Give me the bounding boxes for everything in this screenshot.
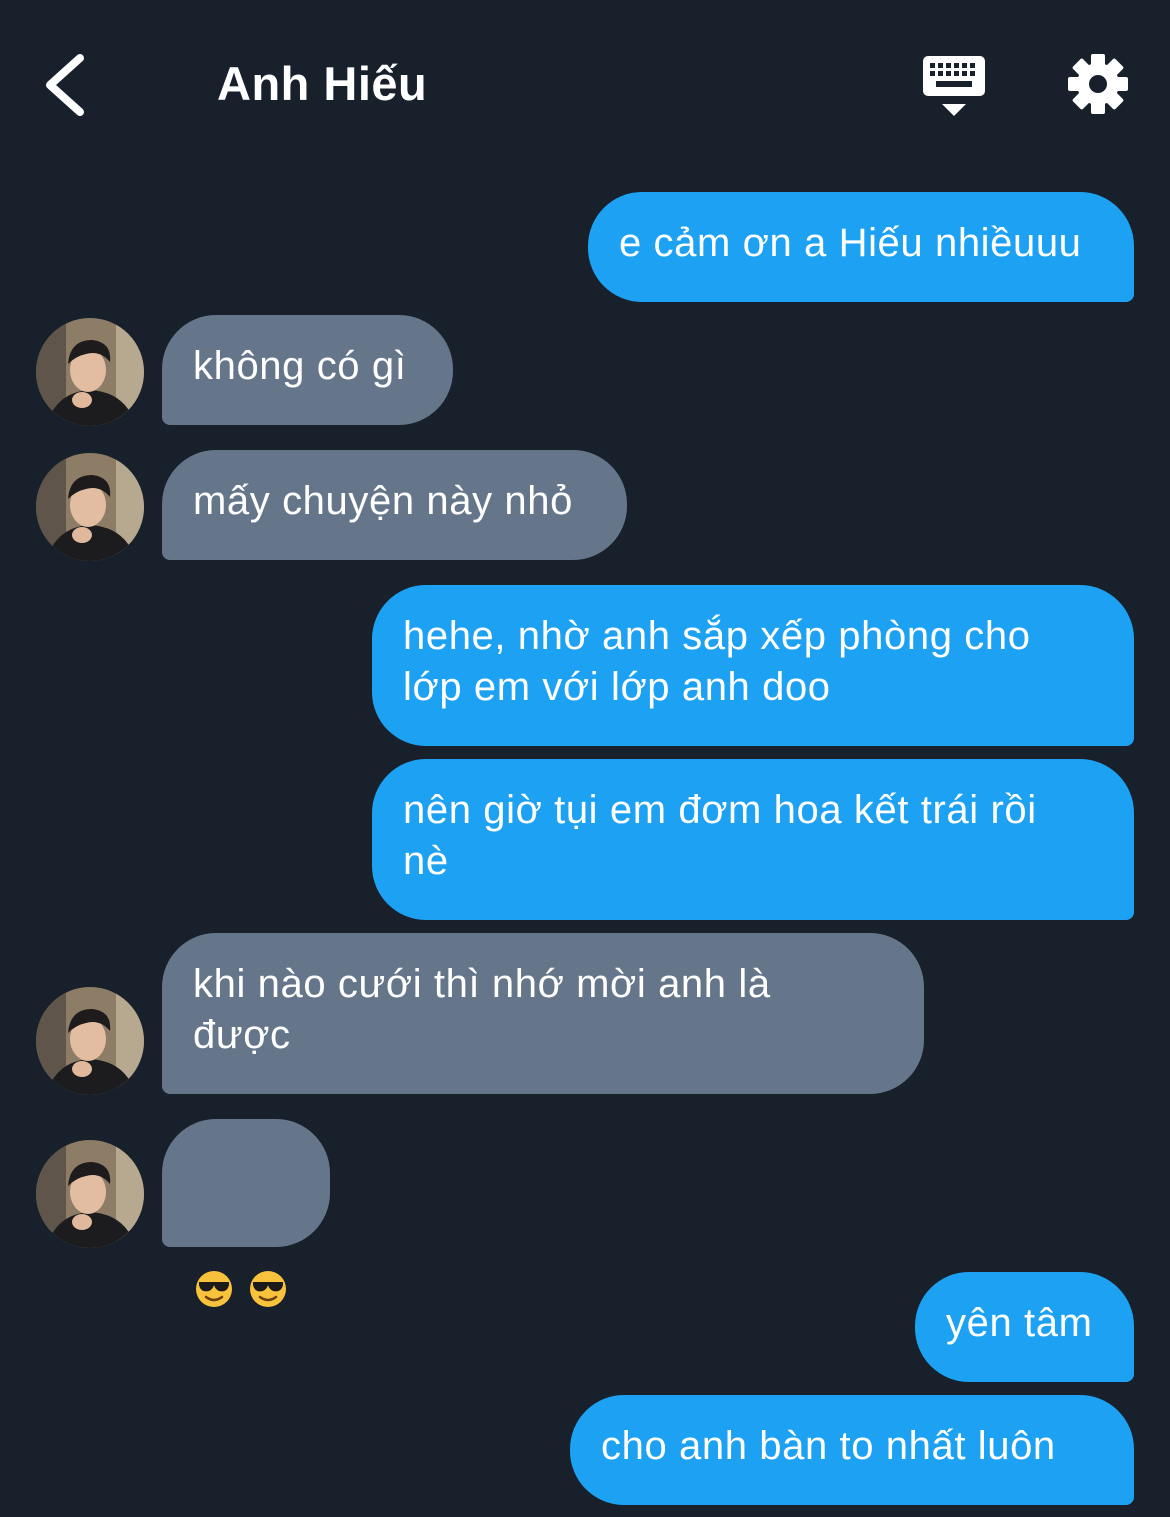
avatar[interactable] [36, 318, 144, 426]
sent-message[interactable]: e cảm ơn a Hiếu nhiềuuu [588, 192, 1134, 302]
keyboard-hide-icon [923, 56, 985, 116]
received-message[interactable]: khi nào cưới thì nhớ mời anh là được [162, 933, 924, 1094]
emoji-row [194, 1221, 300, 1309]
sent-message[interactable]: hehe, nhờ anh sắp xếp phòng cho lớp em v… [372, 585, 1134, 746]
settings-button[interactable] [1062, 48, 1134, 120]
keyboard-button[interactable] [914, 48, 994, 124]
chevron-left-icon [46, 54, 84, 116]
sent-message[interactable]: cho anh bàn to nhất luôn [570, 1395, 1134, 1505]
back-button[interactable] [30, 40, 110, 130]
chat-header: Anh Hiếu [0, 0, 1170, 170]
avatar[interactable] [36, 1140, 144, 1248]
received-message[interactable]: không có gì [162, 315, 453, 425]
avatar[interactable] [36, 453, 144, 561]
avatar[interactable] [36, 987, 144, 1095]
smiling-face-with-sunglasses-icon [250, 1271, 286, 1307]
sent-message[interactable]: yên tâm [915, 1272, 1134, 1382]
conversation-title: Anh Hiếu [217, 57, 428, 110]
gear-icon [1068, 54, 1128, 114]
received-message[interactable] [162, 1119, 330, 1307]
sent-message[interactable]: nên giờ tụi em đơm hoa kết trái rồi nè [372, 759, 1134, 920]
smiling-face-with-sunglasses-icon [196, 1271, 232, 1307]
received-message[interactable]: mấy chuyện này nhỏ [162, 450, 627, 560]
